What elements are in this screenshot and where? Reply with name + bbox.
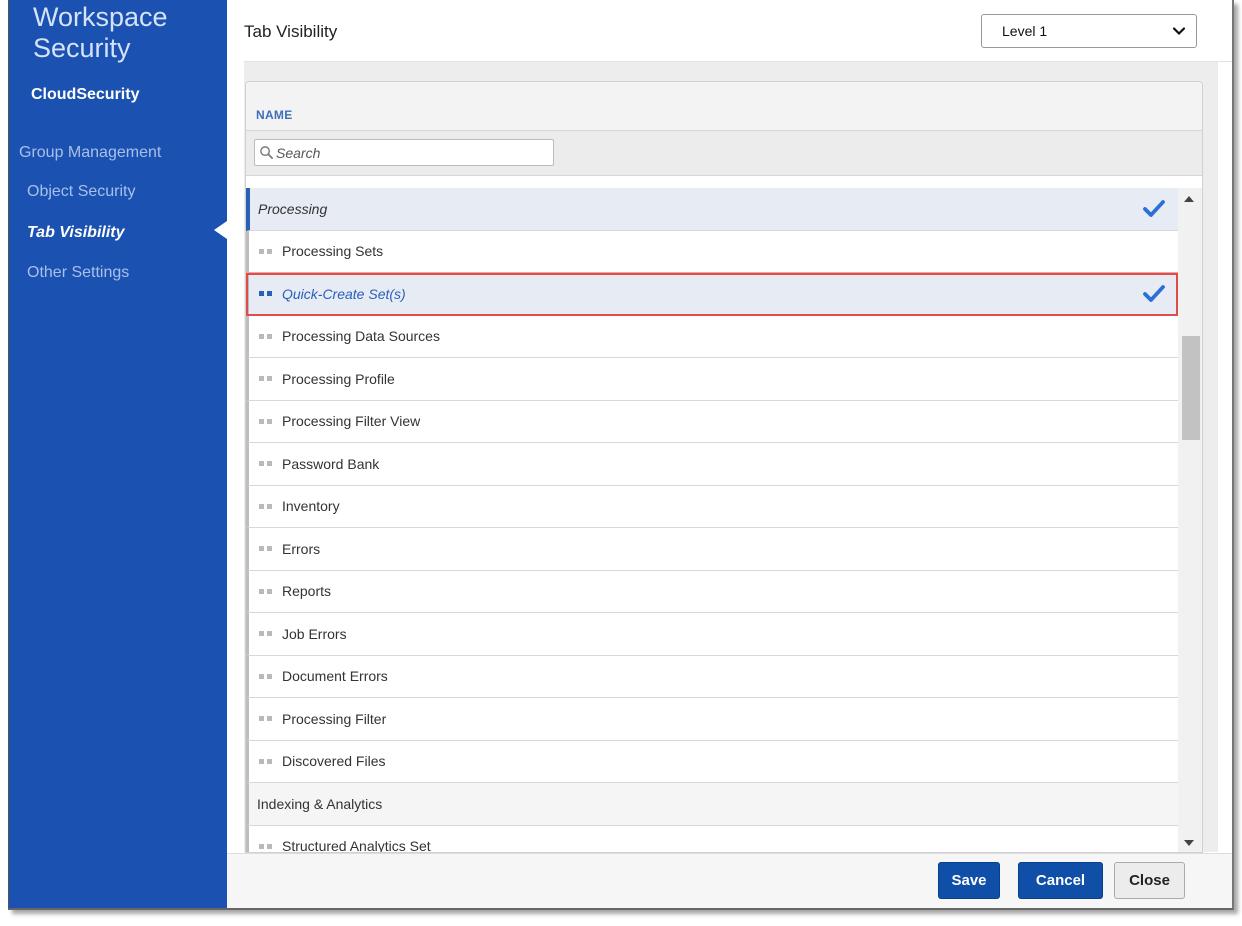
chevron-down-icon — [1172, 27, 1186, 36]
sidebar-item-tab-visibility[interactable]: Tab Visibility — [27, 224, 125, 242]
group-row-indexing-analytics[interactable]: Indexing & Analytics — [246, 783, 1178, 826]
drag-handle-icon[interactable] — [259, 630, 275, 638]
row-label: Document Errors — [282, 668, 388, 685]
sidebar-item-other-settings[interactable]: Other Settings — [27, 264, 129, 282]
search-box[interactable] — [254, 139, 554, 166]
page-title: Tab Visibility — [244, 22, 338, 41]
app-title-line2: Security — [33, 33, 131, 63]
row-label: Processing Filter — [282, 710, 387, 727]
level-select-value: Level 1 — [1002, 23, 1048, 39]
grid-scrollbar[interactable] — [1178, 188, 1202, 852]
tab-row-inventory[interactable]: Inventory — [246, 485, 1178, 528]
tab-row-processing-filter[interactable]: Processing Filter — [246, 698, 1178, 741]
workspace-name: CloudSecurity — [31, 86, 140, 103]
tab-row-reports[interactable]: Reports — [246, 570, 1178, 613]
drag-handle-icon[interactable] — [259, 247, 275, 255]
drag-handle-icon[interactable] — [259, 502, 275, 510]
cancel-button[interactable]: Cancel — [1018, 862, 1103, 899]
drag-handle-icon[interactable] — [259, 715, 275, 723]
tab-row-quick-create-set-s[interactable]: Quick-Create Set(s) — [246, 273, 1178, 316]
drag-handle-icon[interactable] — [259, 672, 275, 680]
tab-row-password-bank[interactable]: Password Bank — [246, 443, 1178, 486]
sidebar-item-object-security[interactable]: Object Security — [27, 183, 135, 201]
drag-handle-icon[interactable] — [259, 587, 275, 595]
checkmark-icon — [1143, 200, 1165, 217]
grid-header: NAME — [246, 82, 1202, 176]
tab-row-discovered-files[interactable]: Discovered Files — [246, 740, 1178, 783]
scroll-down-arrow-icon[interactable] — [1184, 840, 1194, 846]
checkmark-icon — [1143, 285, 1165, 302]
row-label: Processing Data Sources — [282, 328, 440, 345]
sidebar-item-group-management[interactable]: Group Management — [19, 144, 161, 162]
row-label: Processing Sets — [282, 243, 384, 260]
tab-row-processing-profile[interactable]: Processing Profile — [246, 358, 1178, 401]
drag-handle-icon[interactable] — [259, 290, 275, 298]
tab-row-job-errors[interactable]: Job Errors — [246, 613, 1178, 656]
group-row-processing[interactable]: Processing — [246, 188, 1178, 231]
close-button[interactable]: Close — [1114, 862, 1185, 899]
drag-handle-icon[interactable] — [259, 375, 275, 383]
dialog-footer: Save Cancel Close — [227, 853, 1232, 908]
drag-handle-icon[interactable] — [259, 842, 275, 850]
workspace-security-window: Workspace Security CloudSecurity Group M… — [8, 0, 1234, 910]
row-label: Errors — [282, 540, 321, 557]
row-label: Processing Profile — [282, 370, 395, 387]
tab-row-structured-analytics-set[interactable]: Structured Analytics Set — [246, 825, 1178, 853]
save-button[interactable]: Save — [938, 862, 1000, 899]
row-label: Password Bank — [282, 455, 380, 472]
row-label: Quick-Create Set(s) — [282, 285, 406, 302]
app-title: Workspace Security — [33, 2, 168, 64]
level-select[interactable]: Level 1 — [981, 14, 1197, 48]
main-panel: Tab Visibility Level 1 NAME Search Proce… — [227, 0, 1232, 908]
row-label: Discovered Files — [282, 753, 386, 770]
row-label: Indexing & Analytics — [257, 795, 383, 812]
drag-handle-icon[interactable] — [259, 545, 275, 553]
row-label: Processing Filter View — [282, 413, 421, 430]
active-item-pointer — [214, 221, 227, 239]
row-label: Job Errors — [282, 625, 347, 642]
row-label: Inventory — [282, 498, 340, 515]
tab-row-processing-sets[interactable]: Processing Sets — [246, 230, 1178, 273]
sidebar: Workspace Security CloudSecurity Group M… — [9, 0, 227, 908]
row-label: Reports — [282, 583, 332, 600]
scroll-thumb[interactable] — [1182, 336, 1200, 440]
search-input[interactable] — [276, 144, 546, 161]
drag-handle-icon[interactable] — [259, 332, 275, 340]
search-icon — [260, 146, 273, 159]
column-header-name[interactable]: NAME — [256, 108, 293, 122]
drag-handle-icon[interactable] — [259, 757, 275, 765]
drag-handle-icon[interactable] — [259, 460, 275, 468]
grid-rows: Processing Processing Sets Quick-Create Se… — [246, 188, 1178, 853]
tab-row-processing-data-sources[interactable]: Processing Data Sources — [246, 315, 1178, 358]
scroll-up-arrow-icon[interactable] — [1184, 196, 1194, 202]
tab-visibility-grid: NAME Processing Processing Sets Quick-Crea… — [245, 81, 1203, 853]
filter-bar — [246, 130, 1202, 176]
tab-row-processing-filter-view[interactable]: Processing Filter View — [246, 400, 1178, 443]
app-title-line1: Workspace — [33, 2, 168, 32]
tab-row-errors[interactable]: Errors — [246, 528, 1178, 571]
row-label: Structured Analytics Set — [282, 838, 431, 853]
row-label: Processing — [258, 200, 328, 217]
drag-handle-icon[interactable] — [259, 417, 275, 425]
tab-row-document-errors[interactable]: Document Errors — [246, 655, 1178, 698]
